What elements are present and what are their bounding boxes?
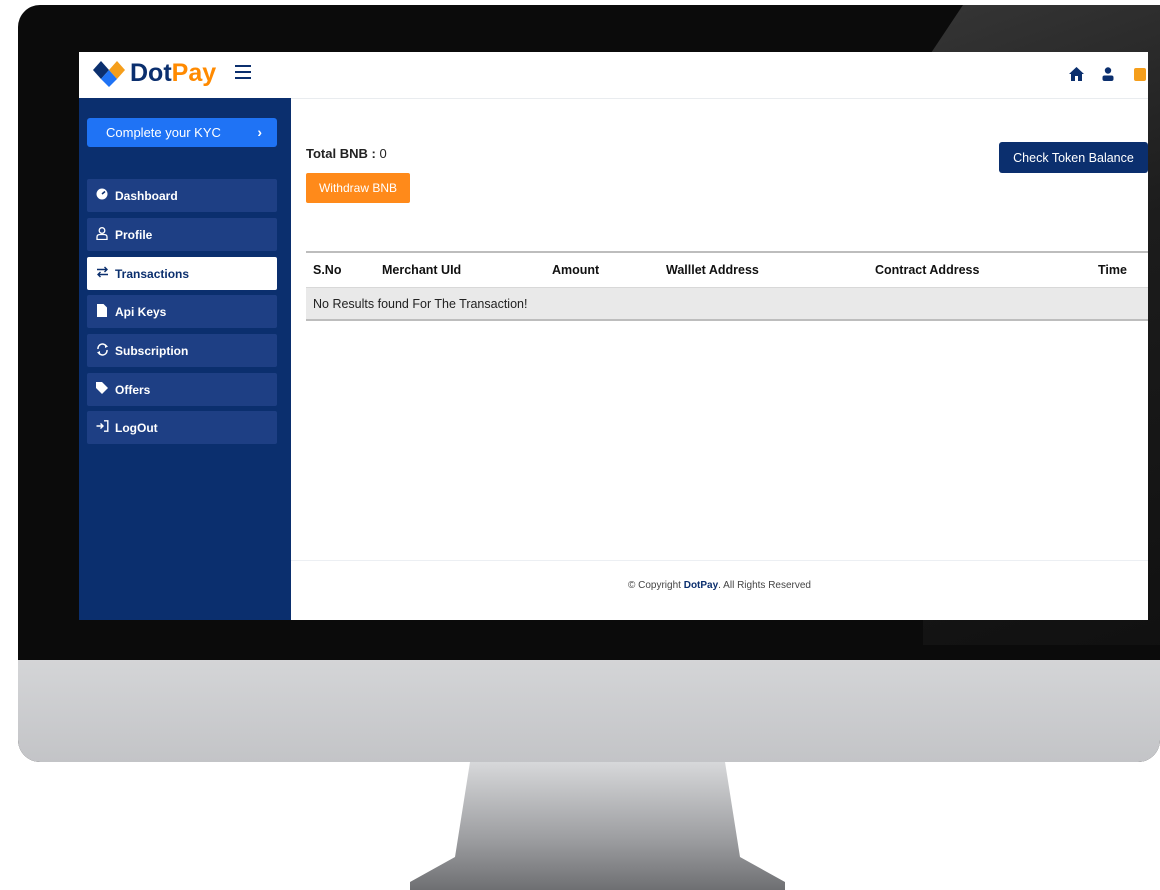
sidebar-item-label: Dashboard: [115, 188, 178, 203]
withdraw-bnb-button[interactable]: Withdraw BNB: [306, 173, 410, 203]
kyc-label: Complete your KYC: [106, 125, 221, 140]
dashboard-icon: [95, 188, 109, 203]
sidebar-item-subscription[interactable]: Subscription: [87, 334, 277, 367]
tag-icon: [95, 382, 109, 397]
column-header-wallet-address[interactable]: Walllet Address: [659, 251, 868, 288]
menu-toggle-icon[interactable]: [235, 65, 251, 80]
total-bnb-value: 0: [379, 146, 387, 161]
file-icon: [95, 303, 109, 320]
main-content: Total BNB : 0 Withdraw BNB Check Token B…: [291, 98, 1148, 620]
sidebar-item-label: Transactions: [115, 266, 190, 281]
profile-icon: [95, 226, 109, 243]
sidebar-item-api-keys[interactable]: Api Keys: [87, 295, 277, 328]
sidebar-item-label: Profile: [115, 227, 153, 242]
total-bnb-label: Total BNB :: [306, 146, 376, 161]
logo-icon: [92, 58, 126, 88]
footer-prefix: © Copyright: [627, 580, 684, 591]
table-header-row: S.No Merchant UId Amount Walllet Address…: [306, 251, 1148, 288]
sidebar-item-label: LogOut: [115, 420, 158, 435]
sidebar-item-transactions[interactable]: Transactions: [87, 257, 277, 290]
sidebar-item-label: Subscription: [115, 343, 189, 358]
footer: © Copyright DotPay. All Rights Reserved: [291, 560, 1148, 620]
sidebar-item-offers[interactable]: Offers: [87, 373, 277, 406]
app-screen: DotPay Complete your KYC › Dashboard Pro…: [79, 52, 1148, 620]
column-header-amount[interactable]: Amount: [545, 251, 659, 288]
top-navbar: DotPay: [79, 52, 1148, 99]
brand-name-accent: Pay: [171, 58, 217, 87]
empty-table-message: No Results found For The Transaction!: [306, 287, 1148, 321]
brand-name: DotPay: [130, 59, 216, 88]
footer-brand[interactable]: DotPay: [684, 580, 718, 591]
sidebar-item-label: Api Keys: [115, 304, 167, 319]
complete-kyc-button[interactable]: Complete your KYC ›: [87, 118, 277, 147]
sidebar-item-logout[interactable]: LogOut: [87, 411, 277, 444]
transactions-table: S.No Merchant UId Amount Walllet Address…: [306, 251, 1148, 321]
transactions-icon: [95, 266, 109, 281]
sidebar-item-label: Offers: [115, 382, 151, 397]
sync-icon: [95, 342, 109, 359]
column-header-merchant-uid[interactable]: Merchant UId: [375, 251, 545, 288]
chevron-right-icon: ›: [257, 124, 262, 140]
monitor-stand: [410, 762, 785, 890]
column-header-sno[interactable]: S.No: [306, 251, 375, 288]
sidebar-item-dashboard[interactable]: Dashboard: [87, 179, 277, 212]
logout-icon: [95, 420, 109, 435]
brand-name-primary: Dot: [130, 58, 172, 87]
total-bnb: Total BNB : 0: [306, 146, 387, 161]
user-icon[interactable]: [1100, 66, 1116, 82]
sidebar: Complete your KYC › Dashboard Profile Tr…: [79, 98, 291, 620]
column-header-contract-address[interactable]: Contract Address: [868, 251, 1091, 288]
wallet-icon[interactable]: [1132, 66, 1148, 82]
monitor-frame: DotPay Complete your KYC › Dashboard Pro…: [18, 5, 1160, 762]
header-icons: [1068, 66, 1148, 82]
column-header-time[interactable]: Time: [1091, 251, 1148, 288]
monitor-chin: [18, 660, 1160, 762]
home-icon[interactable]: [1068, 66, 1084, 82]
footer-suffix: . All Rights Reserved: [718, 580, 811, 591]
brand-logo[interactable]: DotPay: [92, 58, 216, 88]
table-row: No Results found For The Transaction!: [306, 287, 1148, 321]
sidebar-item-profile[interactable]: Profile: [87, 218, 277, 251]
check-token-balance-button[interactable]: Check Token Balance: [999, 142, 1148, 173]
